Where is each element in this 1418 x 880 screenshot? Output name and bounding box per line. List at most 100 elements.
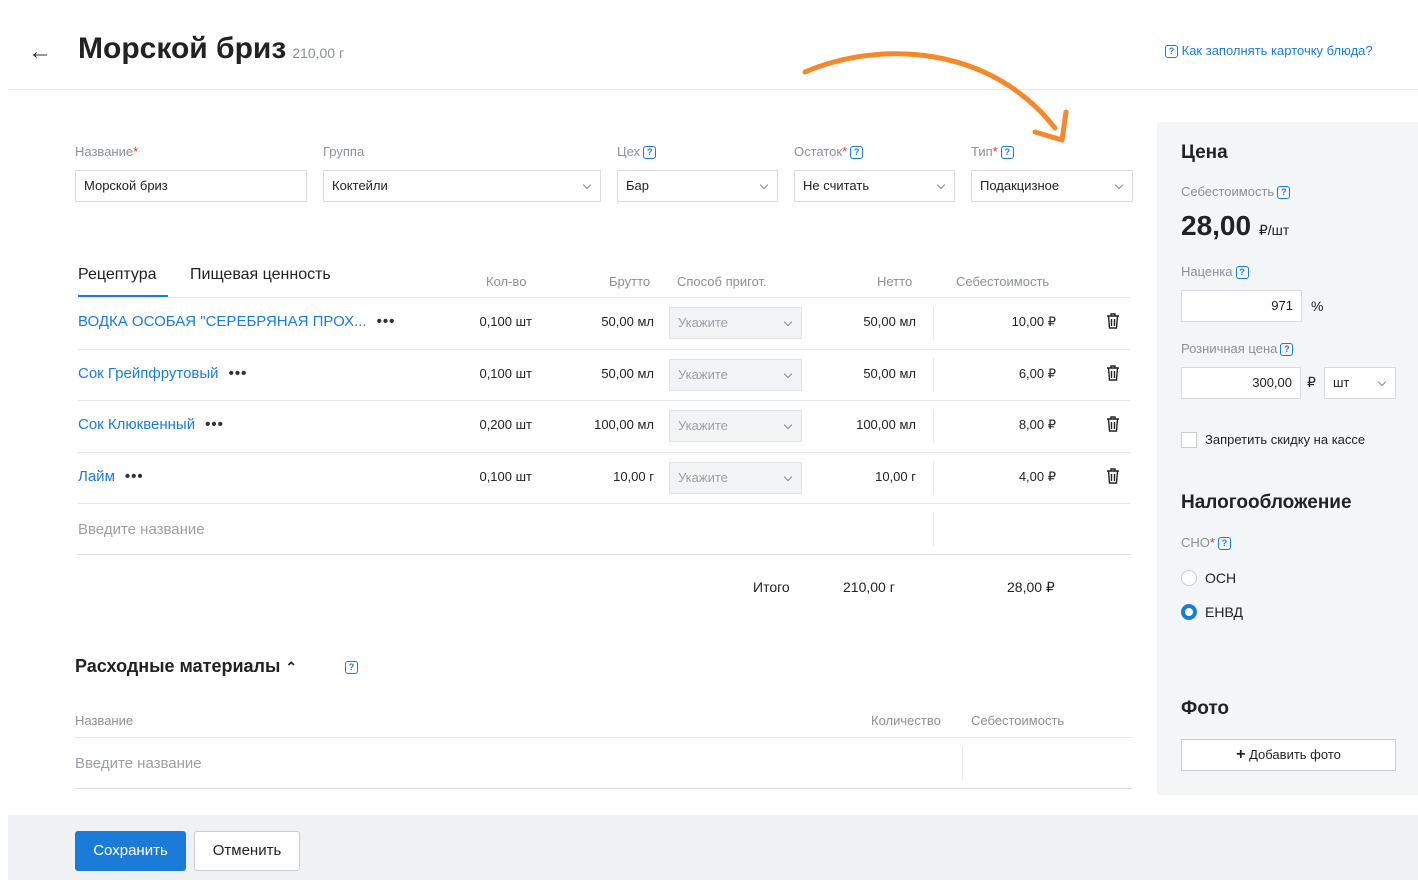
plus-icon: + [1236, 746, 1246, 763]
type-select[interactable]: Подакцизное [971, 170, 1133, 202]
tax-radio-envd[interactable] [1181, 604, 1197, 620]
divider [933, 358, 934, 392]
more-icon[interactable]: ••• [125, 468, 144, 485]
trash-icon[interactable] [1106, 313, 1120, 329]
retail-unit-select[interactable]: шт [1324, 367, 1396, 399]
qty-value[interactable]: 0,100 шт [458, 366, 532, 381]
net-value[interactable]: 100,00 мл [818, 417, 916, 432]
group-select[interactable]: Коктейли [323, 170, 601, 202]
trash-icon[interactable] [1106, 365, 1120, 381]
help-icon[interactable]: ? [850, 146, 864, 159]
retail-price-input[interactable]: 300,00 [1181, 367, 1301, 399]
add-photo-button[interactable]: + Добавить фото [1181, 739, 1396, 771]
divider [933, 306, 934, 340]
method-select[interactable]: Укажите [669, 410, 802, 442]
divider [962, 746, 963, 780]
help-icon[interactable]: ? [1217, 537, 1231, 550]
cost-value: 8,00 ₽ [1018, 417, 1056, 432]
chevron-up-icon[interactable]: ⌃ [285, 659, 297, 675]
help-icon[interactable]: ? [643, 146, 657, 159]
new-ingredient-row: Введите название [78, 503, 1130, 555]
new-ingredient-input[interactable]: Введите название [78, 521, 205, 538]
consumables-col-cost: Себестоимость [971, 713, 1065, 728]
markup-input[interactable]: 971 [1181, 290, 1302, 322]
cost-value: 28,00 ₽/шт [1181, 210, 1290, 241]
method-select[interactable]: Укажите [669, 359, 802, 391]
workshop-select[interactable]: Бар [617, 170, 778, 202]
group-label: Группа [323, 144, 365, 159]
photo-title: Фото [1181, 698, 1230, 719]
gross-value[interactable]: 10,00 г [568, 469, 654, 484]
help-icon[interactable]: ? [1235, 266, 1249, 279]
tax-option-osn: ОСН [1205, 570, 1237, 586]
chevron-down-icon [783, 420, 793, 430]
divider [933, 512, 934, 546]
ingredient-name[interactable]: Сок Клюквенный ••• [78, 416, 224, 433]
tab-nutrition[interactable]: Пищевая ценность [190, 266, 331, 284]
stock-select[interactable]: Не считать [794, 170, 955, 202]
chevron-down-icon [783, 317, 793, 327]
tax-option-envd: ЕНВД [1205, 604, 1243, 620]
method-select[interactable]: Укажите [669, 462, 802, 494]
help-link[interactable]: ? Как заполнять карточку блюда? [1162, 43, 1373, 58]
consumables-name-input[interactable]: Введите название [75, 755, 202, 772]
save-button[interactable]: Сохранить [75, 831, 186, 871]
chevron-down-icon [759, 180, 769, 190]
net-value[interactable]: 50,00 мл [818, 314, 916, 329]
help-icon[interactable]: ? [1277, 186, 1291, 199]
col-method: Способ пригот. [677, 274, 767, 289]
tax-radio-osn[interactable] [1181, 570, 1197, 586]
cancel-button[interactable]: Отменить [194, 831, 300, 871]
cost-value: 10,00 ₽ [1011, 314, 1056, 329]
ingredient-name[interactable]: Сок Грейпфрутовый ••• [78, 365, 247, 382]
table-row: ВОДКА ОСОБАЯ "СЕРЕБРЯНАЯ ПРОХ... ••• 0,10… [78, 297, 1130, 349]
total-net: 210,00 г [843, 579, 895, 595]
tax-title: Налогообложение [1181, 492, 1352, 513]
help-icon[interactable]: ? [1000, 146, 1014, 159]
net-value[interactable]: 10,00 г [818, 469, 916, 484]
tab-recipe[interactable]: Рецептура [78, 266, 157, 284]
markup-label: Наценка? [1181, 264, 1249, 279]
name-input[interactable]: Морской бриз [75, 170, 307, 202]
annotation-arrow-icon [802, 51, 1069, 143]
qty-value[interactable]: 0,200 шт [458, 417, 532, 432]
more-icon[interactable]: ••• [229, 365, 248, 382]
cost-label: Себестоимость? [1181, 184, 1291, 199]
divider [933, 461, 934, 495]
trash-icon[interactable] [1106, 416, 1120, 432]
chevron-down-icon [582, 180, 592, 190]
help-icon[interactable]: ? [345, 661, 358, 674]
consumables-help[interactable]: ? [342, 658, 358, 674]
no-discount-checkbox[interactable] [1181, 432, 1197, 448]
table-row: Сок Грейпфрутовый ••• 0,100 шт 50,00 мл У… [78, 349, 1130, 401]
gross-value[interactable]: 50,00 мл [568, 366, 654, 381]
retail-currency: ₽ [1307, 374, 1316, 390]
consumables-col-name: Название [75, 713, 134, 728]
price-title: Цена [1181, 142, 1228, 163]
qty-value[interactable]: 0,100 шт [458, 314, 532, 329]
cost-value: 6,00 ₽ [1018, 366, 1056, 381]
method-select[interactable]: Укажите [669, 307, 802, 339]
qty-value[interactable]: 0,100 шт [458, 469, 532, 484]
cost-value: 4,00 ₽ [1018, 469, 1056, 484]
header-divider [8, 89, 1418, 90]
consumables-title[interactable]: Расходные материалы ⌃ [75, 656, 297, 677]
total-label: Итого [753, 579, 790, 595]
workshop-label: Цех? [617, 144, 657, 159]
net-value[interactable]: 50,00 мл [818, 366, 916, 381]
no-discount-label: Запретить скидку на кассе [1205, 432, 1366, 447]
back-arrow-icon[interactable]: ← [28, 38, 52, 66]
dish-weight: 210,00 г [292, 45, 345, 61]
col-qty: Кол-во [486, 274, 527, 289]
ingredient-name[interactable]: ВОДКА ОСОБАЯ "СЕРЕБРЯНАЯ ПРОХ... ••• [78, 313, 395, 330]
gross-value[interactable]: 50,00 мл [568, 314, 654, 329]
help-icon[interactable]: ? [1280, 343, 1294, 356]
chevron-down-icon [1114, 180, 1124, 190]
more-icon[interactable]: ••• [377, 313, 396, 330]
page-title: Морской бриз 210,00 г [78, 32, 345, 65]
ingredient-name[interactable]: Лайм ••• [78, 468, 144, 485]
gross-value[interactable]: 100,00 мл [568, 417, 654, 432]
more-icon[interactable]: ••• [205, 416, 224, 433]
table-row: Лайм ••• 0,100 шт 10,00 г Укажите 10,00 г… [78, 452, 1130, 504]
trash-icon[interactable] [1106, 468, 1120, 484]
